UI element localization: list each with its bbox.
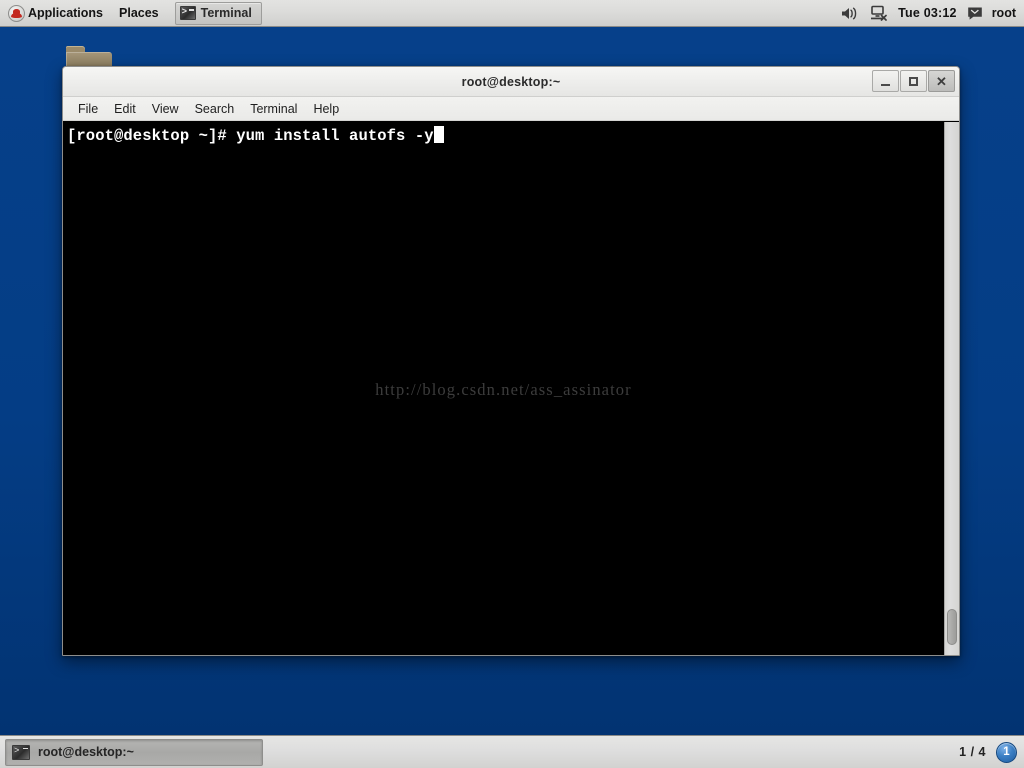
close-button[interactable]: ✕ xyxy=(928,70,955,92)
menu-file[interactable]: File xyxy=(70,100,106,118)
menubar: File Edit View Search Terminal Help xyxy=(63,97,959,121)
terminal-prompt: [root@desktop ~]# xyxy=(67,127,237,145)
window-titlebar[interactable]: root@desktop:~ ✕ xyxy=(63,67,959,97)
applications-menu-label: Applications xyxy=(28,6,104,20)
terminal-screen[interactable]: [root@desktop ~]# yum install autofs -y … xyxy=(63,122,944,655)
menu-edit[interactable]: Edit xyxy=(106,100,144,118)
applications-menu[interactable]: Applications xyxy=(0,0,111,26)
terminal-window[interactable]: root@desktop:~ ✕ File Edit View Search T… xyxy=(62,66,960,656)
terminal-prompt-line: [root@desktop ~]# yum install autofs -y xyxy=(67,126,944,146)
close-icon: ✕ xyxy=(936,73,947,89)
terminal-command: yum install autofs -y xyxy=(236,127,434,145)
workspace-count-label: 1 / 4 xyxy=(959,745,986,759)
minimize-icon xyxy=(881,84,890,86)
menu-search[interactable]: Search xyxy=(187,100,243,118)
taskbar-item-terminal[interactable]: root@desktop:~ xyxy=(5,738,263,766)
panel-task-terminal[interactable]: Terminal xyxy=(174,1,262,25)
window-controls: ✕ xyxy=(872,70,955,92)
terminal-body: [root@desktop ~]# yum install autofs -y … xyxy=(63,121,959,655)
scrollbar-thumb[interactable] xyxy=(947,609,957,645)
terminal-cursor xyxy=(433,126,444,143)
minimize-button[interactable] xyxy=(872,70,899,92)
menu-view[interactable]: View xyxy=(144,100,187,118)
top-panel-left: Applications Places Terminal xyxy=(0,0,262,26)
workspace-switcher[interactable]: 1 / 4 1 xyxy=(956,741,1024,763)
messaging-icon[interactable] xyxy=(961,0,989,26)
top-panel: Applications Places Terminal Tue 0 xyxy=(0,0,1024,27)
terminal-icon xyxy=(179,5,196,20)
window-title: root@desktop:~ xyxy=(461,74,561,89)
panel-task-terminal-label: Terminal xyxy=(200,6,252,20)
menu-terminal[interactable]: Terminal xyxy=(242,100,305,118)
user-name[interactable]: root xyxy=(989,6,1016,20)
top-panel-tray: Tue 03:12 root xyxy=(835,0,1024,26)
bottom-panel: root@desktop:~ 1 / 4 1 xyxy=(0,735,1024,768)
redhat-logo-icon xyxy=(8,4,25,22)
terminal-scrollbar[interactable] xyxy=(944,122,959,655)
maximize-button[interactable] xyxy=(900,70,927,92)
workspace-current-indicator[interactable]: 1 xyxy=(996,741,1017,763)
speaker-icon[interactable] xyxy=(835,0,864,26)
maximize-icon xyxy=(909,76,918,86)
places-menu-label: Places xyxy=(119,6,159,20)
watermark-text: http://blog.csdn.net/ass_assinator xyxy=(375,380,632,399)
network-disconnected-icon[interactable] xyxy=(864,0,894,26)
places-menu[interactable]: Places xyxy=(111,0,167,26)
clock[interactable]: Tue 03:12 xyxy=(894,6,961,20)
menu-help[interactable]: Help xyxy=(305,100,347,118)
terminal-icon xyxy=(12,744,30,760)
taskbar-item-label: root@desktop:~ xyxy=(38,745,134,759)
